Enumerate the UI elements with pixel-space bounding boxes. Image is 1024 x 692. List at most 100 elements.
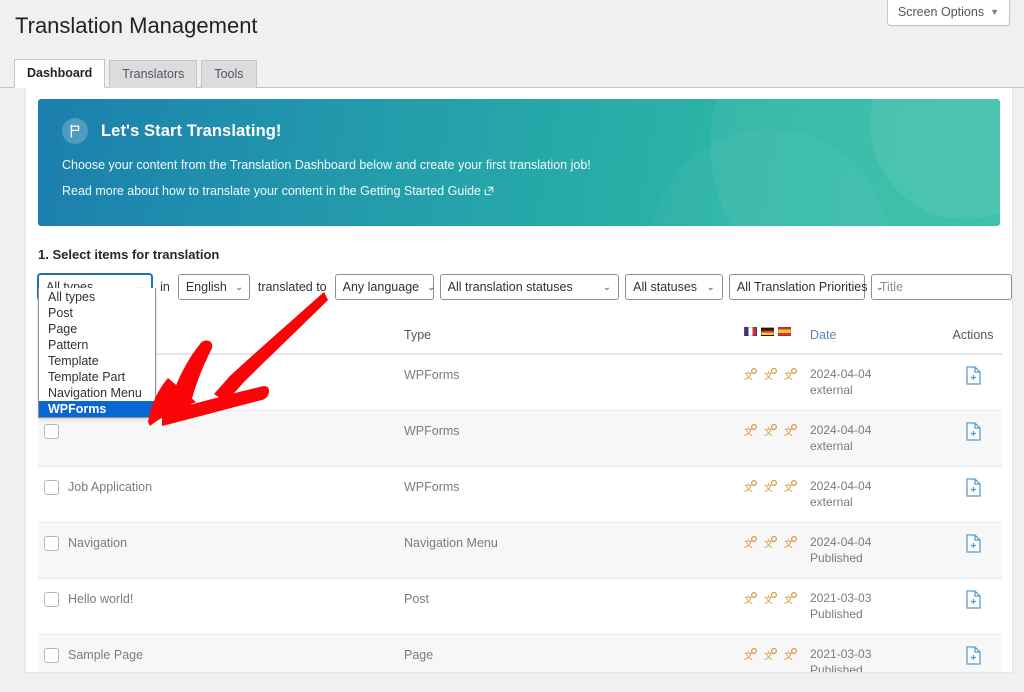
row-actions-cell[interactable]: [944, 523, 1002, 568]
row-checkbox-cell[interactable]: [38, 467, 68, 508]
type-select-dropdown[interactable]: All types Post Page Pattern Template Tem…: [38, 288, 156, 418]
needs-translation-icon[interactable]: 文: [744, 424, 757, 437]
row-date: 2024-04-04: [810, 535, 944, 550]
table-row[interactable]: Sample Page Page 文 文 文 2021-03-03 Publis…: [38, 634, 1002, 673]
add-translation-icon[interactable]: [965, 429, 982, 444]
header-type-label: Type: [404, 328, 431, 342]
table-row[interactable]: WPForms 文 文 文 2024-04-04 external: [38, 354, 1002, 410]
tab-dashboard[interactable]: Dashboard: [14, 59, 105, 88]
needs-translation-icon[interactable]: 文: [784, 592, 797, 605]
row-checkbox[interactable]: [44, 424, 59, 439]
dropdown-option-post[interactable]: Post: [39, 305, 155, 321]
needs-translation-icon[interactable]: 文: [784, 424, 797, 437]
row-checkbox-cell[interactable]: [38, 635, 68, 673]
row-title-cell[interactable]: Hello world!: [68, 579, 404, 618]
table-row[interactable]: Navigation Navigation Menu 文 文 文 2024-04…: [38, 522, 1002, 578]
screen-options-button[interactable]: Screen Options ▼: [887, 0, 1010, 26]
row-checkbox[interactable]: [44, 536, 59, 551]
title-search-input[interactable]: Title: [871, 274, 1012, 300]
add-translation-icon[interactable]: [965, 541, 982, 556]
needs-translation-icon[interactable]: 文: [744, 592, 757, 605]
row-checkbox[interactable]: [44, 480, 59, 495]
row-actions-cell[interactable]: [944, 355, 1002, 400]
row-checkbox[interactable]: [44, 592, 59, 607]
banner-line-2: Read more about how to translate your co…: [62, 184, 976, 199]
row-type: WPForms: [404, 424, 460, 438]
row-title-cell[interactable]: Job Application: [68, 467, 404, 506]
dropdown-option-navigation-menu[interactable]: Navigation Menu: [39, 385, 155, 401]
add-translation-icon[interactable]: [965, 653, 982, 668]
section-heading: 1. Select items for translation: [26, 226, 1012, 262]
translation-dashboard-table: Type Date Actions WPForms 文: [38, 316, 1002, 673]
status-select[interactable]: All statuses ⌄: [625, 274, 723, 300]
needs-translation-icon[interactable]: 文: [784, 368, 797, 381]
row-date-status: Published: [810, 662, 944, 673]
row-title-cell[interactable]: Sample Page: [68, 635, 404, 673]
needs-translation-icon[interactable]: 文: [744, 648, 757, 661]
row-date-cell: 2021-03-03 Published: [810, 635, 944, 673]
header-date-cell[interactable]: Date: [810, 316, 944, 353]
dropdown-option-template[interactable]: Template: [39, 353, 155, 369]
needs-translation-icon[interactable]: 文: [764, 368, 777, 381]
row-actions-cell[interactable]: [944, 635, 1002, 673]
table-row[interactable]: WPForms 文 文 文 2024-04-04 external: [38, 410, 1002, 466]
row-title-cell[interactable]: Navigation: [68, 523, 404, 562]
target-language-select[interactable]: Any language ⌄: [335, 274, 434, 300]
row-type-cell: Navigation Menu: [404, 523, 744, 562]
flag-fr-icon: [744, 327, 757, 336]
row-type: Navigation Menu: [404, 536, 498, 550]
table-header-row: Type Date Actions: [38, 316, 1002, 354]
needs-translation-icon[interactable]: 文: [764, 592, 777, 605]
tab-tools[interactable]: Tools: [201, 60, 256, 88]
row-actions-cell[interactable]: [944, 467, 1002, 512]
needs-translation-icon[interactable]: 文: [784, 480, 797, 493]
row-type-cell: Page: [404, 635, 744, 673]
row-checkbox[interactable]: [44, 648, 59, 663]
row-date-status: external: [810, 382, 944, 398]
priority-value: All Translation Priorities: [737, 280, 868, 294]
row-type: Page: [404, 648, 433, 662]
chevron-down-icon: ▼: [990, 7, 999, 17]
dropdown-option-wpforms[interactable]: WPForms: [39, 401, 155, 417]
dropdown-option-template-part[interactable]: Template Part: [39, 369, 155, 385]
flag-icon: [62, 118, 88, 144]
header-actions-label: Actions: [953, 328, 994, 342]
header-type-cell: Type: [404, 316, 744, 353]
dropdown-option-pattern[interactable]: Pattern: [39, 337, 155, 353]
source-language-select[interactable]: English ⌄: [178, 274, 250, 300]
table-row[interactable]: Hello world! Post 文 文 文 2021-03-03 Publi…: [38, 578, 1002, 634]
needs-translation-icon[interactable]: 文: [744, 536, 757, 549]
add-translation-icon[interactable]: [965, 373, 982, 388]
row-checkbox-cell[interactable]: [38, 523, 68, 564]
row-date-status: Published: [810, 550, 944, 566]
needs-translation-icon[interactable]: 文: [764, 536, 777, 549]
tab-bar: Dashboard Translators Tools: [0, 61, 1024, 88]
row-date: 2024-04-04: [810, 367, 944, 382]
row-title: Sample Page: [68, 648, 143, 662]
needs-translation-icon[interactable]: 文: [744, 368, 757, 381]
translation-status-select[interactable]: All translation statuses ⌄: [440, 274, 620, 300]
row-title: Hello world!: [68, 592, 133, 606]
needs-translation-icon[interactable]: 文: [764, 424, 777, 437]
dropdown-option-all-types[interactable]: All types: [39, 289, 155, 305]
table-row[interactable]: Job Application WPForms 文 文 文 2024-04-04…: [38, 466, 1002, 522]
row-type-cell: WPForms: [404, 411, 744, 450]
needs-translation-icon[interactable]: 文: [744, 480, 757, 493]
row-date-status: Published: [810, 606, 944, 622]
row-languages-cell: 文 文 文: [744, 579, 810, 617]
priority-select[interactable]: All Translation Priorities ⌄: [729, 274, 865, 300]
dropdown-option-page[interactable]: Page: [39, 321, 155, 337]
row-type: WPForms: [404, 480, 460, 494]
needs-translation-icon[interactable]: 文: [764, 648, 777, 661]
add-translation-icon[interactable]: [965, 597, 982, 612]
row-checkbox-cell[interactable]: [38, 579, 68, 620]
needs-translation-icon[interactable]: 文: [784, 648, 797, 661]
external-link-icon[interactable]: [484, 185, 494, 199]
tab-translators[interactable]: Translators: [109, 60, 197, 88]
needs-translation-icon[interactable]: 文: [784, 536, 797, 549]
row-actions-cell[interactable]: [944, 411, 1002, 456]
row-actions-cell[interactable]: [944, 579, 1002, 624]
add-translation-icon[interactable]: [965, 485, 982, 500]
in-label: in: [158, 280, 172, 294]
needs-translation-icon[interactable]: 文: [764, 480, 777, 493]
